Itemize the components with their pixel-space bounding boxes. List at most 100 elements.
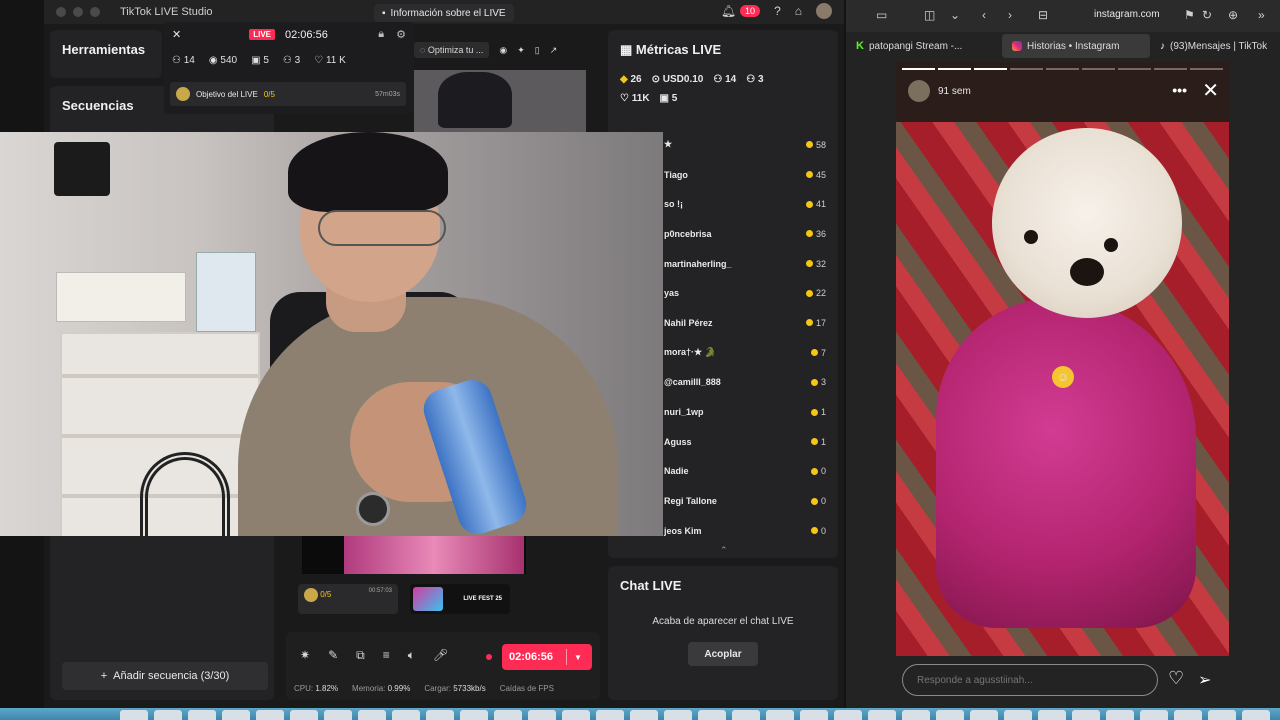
- gifter-row[interactable]: nuri_1wp 1: [664, 397, 826, 427]
- dock-app-icon[interactable]: [596, 710, 624, 720]
- dock-app-icon[interactable]: [902, 710, 930, 720]
- gifter-row[interactable]: Nahil Pérez 17: [664, 308, 826, 338]
- dock-app-icon[interactable]: [562, 710, 590, 720]
- dock-app-icon[interactable]: [290, 710, 318, 720]
- dock-app-icon[interactable]: [1004, 710, 1032, 720]
- dock-app-icon[interactable]: [698, 710, 726, 720]
- end-live-button[interactable]: 02:06:56 ▼: [502, 644, 592, 670]
- home-icon[interactable]: ⌂: [795, 4, 802, 18]
- back-icon[interactable]: ‹: [982, 8, 986, 22]
- lock-icon[interactable]: 🔒︎: [378, 28, 384, 41]
- gifter-row[interactable]: ★ 58: [664, 130, 826, 160]
- gifter-row[interactable]: so !¡ 41: [664, 189, 826, 219]
- reload-icon[interactable]: ↻: [1202, 8, 1212, 22]
- close-story-icon[interactable]: ✕: [1202, 78, 1219, 103]
- dock-app-icon[interactable]: [1174, 710, 1202, 720]
- close-icon[interactable]: ✕: [172, 28, 181, 41]
- dock-app-icon[interactable]: [630, 710, 658, 720]
- story-reply-input[interactable]: [902, 664, 1158, 696]
- page-settings-icon[interactable]: ⊟: [1038, 8, 1048, 22]
- heart-icon: ♡: [314, 55, 326, 66]
- gifter-row[interactable]: yas 22: [664, 278, 826, 308]
- dock-app-icon[interactable]: [732, 710, 760, 720]
- gear-icon[interactable]: ⚙: [396, 28, 406, 41]
- more-toolbar-icon[interactable]: »: [1258, 8, 1265, 22]
- dock-app-icon[interactable]: [868, 710, 896, 720]
- goal-widget[interactable]: 0/5 00:57:03: [298, 584, 398, 614]
- dock-app-icon[interactable]: [664, 710, 692, 720]
- dock-app-icon[interactable]: [834, 710, 862, 720]
- story-avatar[interactable]: [908, 80, 930, 102]
- close-window-button[interactable]: [56, 7, 66, 17]
- tabs-overview-icon[interactable]: ◫: [924, 8, 935, 22]
- download-icon[interactable]: ⊕: [1228, 8, 1238, 22]
- live-goal-bar[interactable]: Objetivo del LIVE 0/5 57m03s: [170, 82, 406, 106]
- translate-icon[interactable]: ⚑: [1184, 8, 1195, 22]
- send-icon[interactable]: ➢: [1198, 670, 1211, 690]
- dock-app-icon[interactable]: [1140, 710, 1168, 720]
- dock-app-icon[interactable]: [256, 710, 284, 720]
- help-icon[interactable]: ?: [774, 4, 781, 18]
- dock-app-icon[interactable]: [392, 710, 420, 720]
- screen-icon[interactable]: ⧉: [356, 648, 365, 663]
- dock-app-icon[interactable]: [1208, 710, 1236, 720]
- dock-app-icon[interactable]: [1242, 710, 1270, 720]
- sparkle-icon[interactable]: ✦: [517, 45, 525, 56]
- bell-icon[interactable]: 🔔︎: [721, 4, 736, 18]
- gifter-row[interactable]: Aguss 1: [664, 427, 826, 457]
- dock-app-icon[interactable]: [154, 710, 182, 720]
- profile-avatar[interactable]: [816, 3, 832, 19]
- phone-icon[interactable]: ▯: [535, 45, 540, 56]
- dock-app-icon[interactable]: [1106, 710, 1134, 720]
- dock-app-icon[interactable]: [222, 710, 250, 720]
- like-story-icon[interactable]: ♡: [1168, 668, 1184, 689]
- tab-kick-stream[interactable]: K patopangi Stream -...: [846, 34, 1002, 58]
- dock-app-icon[interactable]: [970, 710, 998, 720]
- dock-app-icon[interactable]: [358, 710, 386, 720]
- share-icon[interactable]: ↗: [550, 45, 558, 56]
- gifter-row[interactable]: Regi Tallone 0: [664, 486, 826, 516]
- gifter-row[interactable]: p0ncebrisa 36: [664, 219, 826, 249]
- more-options-icon[interactable]: •••: [1172, 82, 1187, 98]
- instagram-story[interactable]: ☺ 91 sem ••• ✕: [896, 62, 1229, 656]
- dock-app-icon[interactable]: [1038, 710, 1066, 720]
- volume-icon[interactable]: 🔈︎: [408, 648, 415, 663]
- add-sequence-button[interactable]: + Añadir secuencia (3/30): [62, 662, 268, 690]
- dock-app-icon[interactable]: [494, 710, 522, 720]
- dock-app-icon[interactable]: [324, 710, 352, 720]
- address-bar[interactable]: instagram.com: [1094, 9, 1160, 20]
- live-fest-widget[interactable]: LIVE FEST 25: [410, 584, 510, 614]
- gifter-row[interactable]: jeos Kim 0: [664, 516, 826, 546]
- settings-icon[interactable]: ✷: [300, 648, 310, 663]
- chevron-up-icon[interactable]: ⌃: [720, 545, 728, 556]
- dock-app-icon[interactable]: [120, 710, 148, 720]
- dock-app-icon[interactable]: [766, 710, 794, 720]
- dock-app-icon[interactable]: [936, 710, 964, 720]
- sidebar-icon[interactable]: ▭: [876, 8, 887, 22]
- dock-app-icon[interactable]: [528, 710, 556, 720]
- microphone-icon[interactable]: 🎤︎: [433, 648, 448, 663]
- dock-app-icon[interactable]: [426, 710, 454, 720]
- gifter-row[interactable]: @camilll_888 3: [664, 368, 826, 398]
- gifter-row[interactable]: mora†·★ 🐊 7: [664, 338, 826, 368]
- forward-icon[interactable]: ›: [1008, 8, 1012, 22]
- gifter-row[interactable]: Nadie 0: [664, 457, 826, 487]
- dock-chat-button[interactable]: Acoplar: [688, 642, 758, 666]
- minimize-window-button[interactable]: [73, 7, 83, 17]
- dock-app-icon[interactable]: [188, 710, 216, 720]
- dock-app-icon[interactable]: [1072, 710, 1100, 720]
- dropdown-caret-icon[interactable]: ▼: [574, 653, 582, 662]
- gifter-row[interactable]: Tiago 45: [664, 160, 826, 190]
- gifter-row[interactable]: martinaherling_ 32: [664, 249, 826, 279]
- live-info-button[interactable]: ▪ Información sobre el LIVE: [374, 4, 514, 22]
- effects-icon[interactable]: ✎: [328, 648, 338, 663]
- record-icon[interactable]: ◉: [499, 45, 507, 56]
- optimize-button[interactable]: ◌ Optimiza tu ...: [414, 42, 490, 58]
- chevron-down-icon[interactable]: ⌄: [950, 8, 960, 22]
- adjust-icon[interactable]: ≡: [383, 648, 390, 663]
- dock-app-icon[interactable]: [800, 710, 828, 720]
- tab-instagram-stories[interactable]: Historias • Instagram: [1002, 34, 1150, 58]
- zoom-window-button[interactable]: [90, 7, 100, 17]
- dock-app-icon[interactable]: [460, 710, 488, 720]
- tab-tiktok-messages[interactable]: ♪ (93)Mensajes | TikTok: [1150, 34, 1280, 58]
